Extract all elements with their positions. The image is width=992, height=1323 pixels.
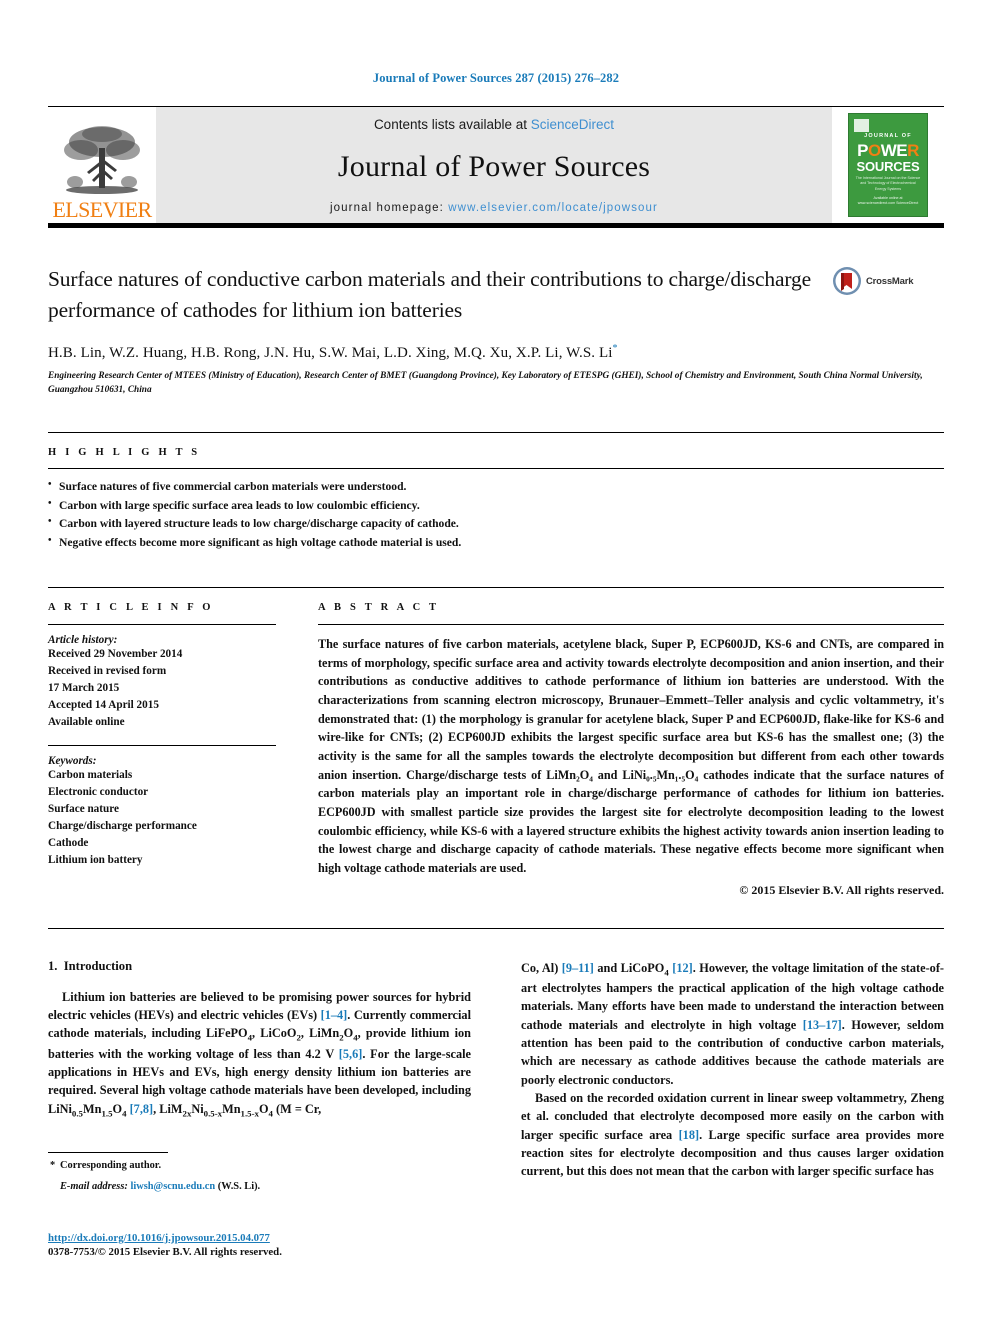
author-names: H.B. Lin, W.Z. Huang, H.B. Rong, J.N. Hu…: [48, 345, 613, 362]
article-page: Journal of Power Sources 287 (2015) 276–…: [0, 0, 992, 1323]
cover-power-label: POWER: [857, 141, 919, 160]
intro-paragraph-right-1: Co, Al) [9–11] and LiCoPO4 [12]. However…: [521, 960, 945, 1087]
article-info-rule: [48, 623, 276, 625]
abstract-heading: A B S T R A C T: [318, 601, 440, 613]
abstract-copyright: © 2015 Elsevier B.V. All rights reserved…: [739, 882, 944, 897]
elsevier-tree-icon: [64, 126, 140, 194]
intro-paragraph-right-2: Based on the recorded oxidation current …: [521, 1091, 944, 1179]
history-line: Received 29 November 2014: [48, 647, 183, 660]
body-divider: [48, 927, 944, 929]
citation-link[interactable]: [5,6]: [339, 1047, 363, 1061]
journal-title: Journal of Power Sources: [337, 150, 651, 183]
email-owner: (W.S. Li).: [217, 1180, 261, 1192]
cover-journal-of-label: JOURNAL OF: [864, 133, 912, 139]
info-abstract-section: A R T I C L E I N F O Article history: R…: [48, 586, 944, 898]
keyword-item: Cathode: [48, 837, 89, 850]
list-item: Surface natures of five commercial carbo…: [48, 477, 944, 497]
masthead-divider: [48, 223, 944, 228]
citation-link[interactable]: [12]: [672, 961, 693, 975]
keyword-item: Electronic conductor: [48, 786, 149, 799]
corresponding-author-footnote: * Corresponding author. E-mail address: l…: [48, 1152, 468, 1194]
section-heading-introduction: 1. Introduction: [48, 959, 471, 974]
elsevier-wordmark: ELSEVIER: [52, 197, 152, 222]
list-item: Carbon with layered structure leads to l…: [48, 514, 944, 534]
page-title: Surface natures of conductive carbon mat…: [48, 267, 812, 322]
article-history-group: Article history: Received 29 November 20…: [48, 634, 276, 731]
cover-footer-text: Available online at www.sciencedirect.co…: [857, 195, 919, 206]
highlights-rule: [48, 467, 944, 469]
article-info-heading: A R T I C L E I N F O: [48, 601, 214, 613]
journal-cover-wrap: JOURNAL OF POWER SOURCES The Internation…: [832, 107, 944, 223]
elsevier-logo: ELSEVIER: [48, 107, 156, 223]
body-column-right: Co, Al) [9–11] and LiCoPO4 [12]. However…: [521, 959, 944, 1181]
cover-publisher-mark: [854, 119, 869, 132]
masthead-center: Contents lists available at ScienceDirec…: [156, 107, 832, 223]
cover-sources-label: SOURCES: [856, 159, 920, 174]
title-block: Surface natures of conductive carbon mat…: [48, 264, 944, 325]
doi-footer: http://dx.doi.org/10.1016/j.jpowsour.201…: [48, 1232, 282, 1258]
author-list: H.B. Lin, W.Z. Huang, H.B. Rong, J.N. Hu…: [48, 343, 944, 362]
footnote-email-line: E-mail address: liwsh@scnu.edu.cn (W.S. …: [48, 1179, 468, 1195]
highlights-list: Surface natures of five commercial carbo…: [48, 477, 944, 553]
affiliation: Engineering Research Center of MTEES (Mi…: [48, 371, 923, 396]
highlights-section: H I G H L I G H T S Surface natures of f…: [48, 431, 944, 553]
crossmark-label: CrossMark: [866, 275, 914, 287]
keyword-item: Surface nature: [48, 803, 119, 816]
history-line: 17 March 2015: [48, 682, 120, 694]
history-line: Available online: [48, 716, 125, 729]
cover-subtitle: The International Journal on the Science…: [855, 176, 921, 191]
email-address-label: E-mail address:: [60, 1180, 128, 1192]
sciencedirect-link[interactable]: ScienceDirect: [531, 117, 614, 132]
doi-link[interactable]: http://dx.doi.org/10.1016/j.jpowsour.201…: [48, 1232, 282, 1244]
corresponding-author-marker: *: [612, 343, 618, 355]
citation-link[interactable]: [13–17]: [803, 1018, 842, 1032]
keywords-label: Keywords:: [48, 755, 97, 768]
keyword-item: Carbon materials: [48, 769, 133, 782]
citation-link[interactable]: [18]: [679, 1128, 700, 1142]
article-history-label: Article history:: [48, 633, 118, 646]
list-item: Negative effects become more significant…: [48, 533, 944, 553]
homepage-prefix: journal homepage:: [330, 202, 449, 214]
citation-link[interactable]: [1–4]: [321, 1008, 348, 1022]
footnote-corresponding-line: * Corresponding author.: [48, 1158, 468, 1174]
title-text-wrap: Surface natures of conductive carbon mat…: [48, 264, 832, 325]
article-info-column: A R T I C L E I N F O Article history: R…: [48, 602, 276, 898]
citation-link[interactable]: [9–11]: [562, 961, 594, 975]
citation-link[interactable]: [7,8]: [130, 1102, 154, 1116]
keywords-group: Keywords: Carbon materials Electronic co…: [48, 755, 276, 869]
section-title: Introduction: [63, 958, 133, 973]
crossmark-badge[interactable]: CrossMark: [832, 264, 944, 296]
abstract-rule: [318, 623, 944, 625]
corresponding-author-text: Corresponding author.: [60, 1160, 162, 1171]
body-column-left: 1. Introduction Lithium ion batteries ar…: [48, 959, 471, 1181]
issn-copyright-line: 0378-7753/© 2015 Elsevier B.V. All right…: [48, 1246, 282, 1258]
homepage-url-link[interactable]: www.elsevier.com/locate/jpowsour: [448, 202, 658, 214]
intro-paragraph-left: Lithium ion batteries are believed to be…: [48, 989, 472, 1119]
crossmark-icon: [833, 267, 861, 295]
asterisk-icon: *: [50, 1160, 56, 1171]
journal-homepage-line: journal homepage: www.elsevier.com/locat…: [330, 202, 658, 214]
journal-masthead: ELSEVIER Contents lists available at Sci…: [48, 106, 944, 223]
footnote-rule: [48, 1152, 168, 1153]
list-item: Carbon with large specific surface area …: [48, 496, 944, 516]
history-line: Accepted 14 April 2015: [48, 699, 159, 712]
contents-prefix: Contents lists available at: [373, 117, 531, 132]
highlights-heading: H I G H L I G H T S: [48, 446, 201, 458]
keyword-item: Charge/discharge performance: [48, 820, 197, 833]
keyword-item: Lithium ion battery: [48, 854, 143, 867]
history-line: Received in revised form: [48, 664, 167, 677]
running-head: Journal of Power Sources 287 (2015) 276–…: [372, 71, 620, 85]
contents-available-line: Contents lists available at ScienceDirec…: [374, 117, 614, 132]
abstract-text: The surface natures of five carbon mater…: [318, 636, 944, 875]
section-number: 1.: [48, 958, 58, 973]
abstract-column: A B S T R A C T The surface natures of f…: [318, 602, 944, 898]
email-link[interactable]: liwsh@scnu.edu.cn: [130, 1181, 215, 1192]
journal-cover-thumbnail: JOURNAL OF POWER SOURCES The Internation…: [848, 113, 928, 217]
body-columns: 1. Introduction Lithium ion batteries ar…: [48, 959, 944, 1181]
article-info-separator: [48, 745, 276, 747]
